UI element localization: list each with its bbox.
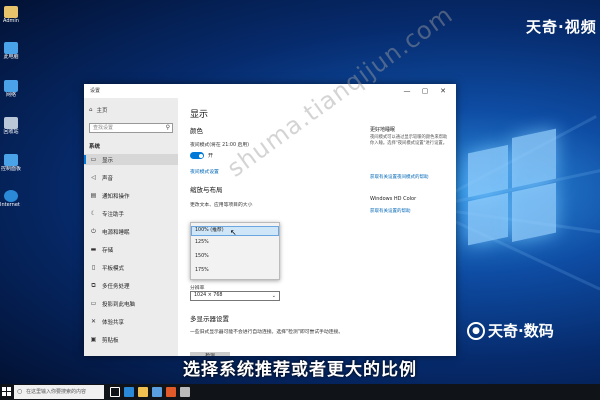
sidebar-item-label: 剪贴板 xyxy=(102,337,119,344)
task-view-icon[interactable] xyxy=(110,387,120,397)
sidebar-section-title: 系统 xyxy=(89,144,101,150)
brand-bottom-text: 天奇·数码 xyxy=(488,322,554,340)
resolution-label: 分辨率 xyxy=(190,286,205,291)
sleep-description: 夜间模式可以通过显示较暖的颜色来帮助你入睡。选择"夜间模式设置"进行设置。 xyxy=(370,135,448,146)
multi-display-desc: 一些旧式显示器可能不会进行自动连接。选择"检测"即可尝试手动连接。 xyxy=(190,330,344,335)
page-title: 显示 xyxy=(190,110,209,120)
share-icon: ✕ xyxy=(90,318,97,325)
sidebar-home-label: 主页 xyxy=(96,108,108,114)
tablet-icon: ▯ xyxy=(91,264,96,271)
sidebar-item-label: 存储 xyxy=(102,247,114,254)
project-icon: ▭ xyxy=(90,300,97,307)
clipboard-icon: ▣ xyxy=(90,336,97,343)
scale-label: 更改文本、应用等项目的大小 xyxy=(190,203,253,208)
color-heading: 颜色 xyxy=(190,127,203,135)
recycle-bin-icon xyxy=(4,117,18,129)
sidebar-item-label: 声音 xyxy=(102,175,114,182)
logo-mark-icon: ● xyxy=(467,321,485,340)
network-icon xyxy=(4,80,18,92)
edge-icon[interactable] xyxy=(124,387,134,397)
mouse-cursor-icon: ↖ xyxy=(230,228,237,237)
sidebar-item-label: 多任务处理 xyxy=(102,283,130,290)
brand-logo-top: 天奇·视频 xyxy=(526,18,597,36)
sidebar-item-focus[interactable]: ☾ 专注助手 xyxy=(84,208,178,219)
sidebar-item-notifications[interactable]: ▤ 通知和操作 xyxy=(84,190,178,201)
desktop-icon-network[interactable]: 网络 xyxy=(0,80,22,99)
maximize-button[interactable]: ▢ xyxy=(418,84,432,98)
sidebar-item-tablet[interactable]: ▯ 平板模式 xyxy=(84,262,178,273)
sidebar-item-power[interactable]: ⏻ 电源和睡眠 xyxy=(84,226,178,237)
sleep-help-link[interactable]: 获取有关设置夜间模式的帮助 xyxy=(370,174,429,180)
desktop-icon-this-pc[interactable]: 此电脑 xyxy=(0,42,22,61)
computer-icon xyxy=(4,42,18,54)
sidebar-item-label: 体验共享 xyxy=(102,319,125,326)
toggle-state-label: 开 xyxy=(208,153,214,159)
scale-option-125[interactable]: 125% xyxy=(195,240,209,245)
sidebar-item-label: 显示 xyxy=(102,157,114,164)
sidebar-item-multitasking[interactable]: ⧉ 多任务处理 xyxy=(84,280,178,291)
search-icon: ⚲ xyxy=(165,124,170,131)
settings-search-input[interactable]: 查找设置 ⚲ xyxy=(89,123,173,133)
hdr-help-link[interactable]: 获取有关设置的帮助 xyxy=(370,208,411,214)
title-bar: 设置 — ▢ ✕ xyxy=(84,84,456,98)
brand-logo-bottom: ● 天奇·数码 xyxy=(467,320,554,341)
explorer-icon[interactable] xyxy=(138,387,148,397)
desktop-icon-recycle-bin[interactable]: 回收站 xyxy=(0,117,22,136)
sleep-heading: 更好地睡眠 xyxy=(370,127,396,133)
window-title: 设置 xyxy=(90,88,101,94)
sidebar-item-label: 专注助手 xyxy=(102,211,125,218)
control-panel-icon xyxy=(4,154,18,166)
search-icon: ○ xyxy=(17,388,23,395)
storage-icon: ▬ xyxy=(90,246,97,253)
sidebar-item-label: 电源和睡眠 xyxy=(102,229,130,236)
night-light-toggle[interactable] xyxy=(190,152,204,159)
internet-explorer-icon xyxy=(4,190,18,202)
taskbar: ○ 在这里输入你要搜索的内容 xyxy=(0,384,600,400)
settings-icon[interactable] xyxy=(180,387,190,397)
scale-layout-heading: 缩放与布局 xyxy=(190,186,223,194)
moon-icon: ☾ xyxy=(90,210,97,217)
start-button[interactable] xyxy=(2,387,12,397)
close-button[interactable]: ✕ xyxy=(436,84,450,98)
sidebar-item-clipboard[interactable]: ▣ 剪贴板 xyxy=(84,334,178,345)
hdr-heading: Windows HD Color xyxy=(370,196,417,202)
multitask-icon: ⧉ xyxy=(91,281,96,289)
sidebar-item-label: 平板模式 xyxy=(102,265,125,272)
chevron-down-icon: ⌄ xyxy=(271,293,276,299)
minimize-button[interactable]: — xyxy=(400,84,414,98)
sidebar-item-sound[interactable]: ◁ 声音 xyxy=(84,172,178,183)
settings-sidebar: ⌂ 主页 查找设置 ⚲ 系统 ▭ 显示 ◁ 声音 ▤ 通知和操作 ☾ 专注助手 … xyxy=(84,98,178,356)
help-panel: 更好地睡眠 夜间模式可以通过显示较暖的颜色来帮助你入睡。选择"夜间模式设置"进行… xyxy=(370,98,454,356)
sidebar-item-shared[interactable]: ✕ 体验共享 xyxy=(84,316,178,327)
store-icon[interactable] xyxy=(152,387,162,397)
sidebar-item-display[interactable]: ▭ 显示 xyxy=(84,154,178,165)
resolution-value: 1024 × 768 xyxy=(194,293,223,298)
multi-display-heading: 多显示器设置 xyxy=(190,315,229,323)
windows-logo-wallpaper xyxy=(468,128,556,250)
resolution-select[interactable]: 1024 × 768 ⌄ xyxy=(190,291,280,301)
desktop-icon-ie[interactable]: Internet Explorer xyxy=(0,190,22,209)
monitor-icon: ▭ xyxy=(90,156,97,163)
taskbar-search-placeholder: 在这里输入你要搜索的内容 xyxy=(26,389,87,395)
video-subtitle: 选择系统推荐或者更大的比例 xyxy=(183,360,417,380)
taskbar-search-input[interactable]: ○ 在这里输入你要搜索的内容 xyxy=(14,385,104,399)
sidebar-item-label: 投影到此电脑 xyxy=(102,301,136,308)
folder-icon xyxy=(4,6,18,18)
search-placeholder: 查找设置 xyxy=(93,125,114,131)
sidebar-item-label: 通知和操作 xyxy=(102,193,130,200)
sidebar-item-storage[interactable]: ▬ 存储 xyxy=(84,244,178,255)
app-icon[interactable] xyxy=(166,387,176,397)
scale-option-175[interactable]: 175% xyxy=(195,268,209,273)
sidebar-home[interactable]: ⌂ 主页 xyxy=(89,106,108,114)
notification-icon: ▤ xyxy=(90,192,97,199)
sidebar-item-project[interactable]: ▭ 投影到此电脑 xyxy=(84,298,178,309)
night-light-settings-link[interactable]: 夜间模式设置 xyxy=(190,168,219,175)
power-icon: ⏻ xyxy=(91,227,96,235)
desktop-icon-control-panel[interactable]: 控制面板 xyxy=(0,154,22,173)
scale-option-150[interactable]: 150% xyxy=(195,254,209,259)
desktop-icon-admin[interactable]: Admin xyxy=(0,6,22,25)
home-icon: ⌂ xyxy=(89,107,93,113)
speaker-icon: ◁ xyxy=(91,174,96,181)
